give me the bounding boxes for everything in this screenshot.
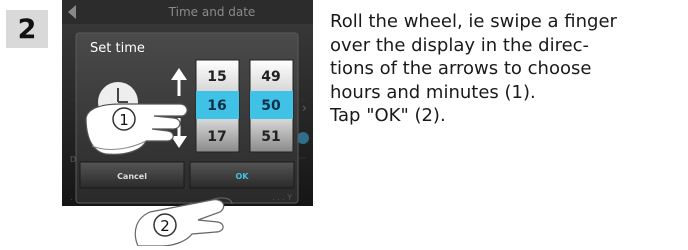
minute-value-next: 51 [261,129,280,145]
header-title: Time and date [168,5,256,19]
device-screen-illustration: Time and date › D Set time 15 16 17 49 5… [62,0,317,247]
minute-value-prev: 49 [261,69,280,85]
background-footer-text-right-icon: . . . Y [272,193,292,202]
dialog-title: Set time [90,41,145,56]
set-time-dialog: Set time 15 16 17 49 50 51 1 Cancel OK [75,32,299,204]
instruction-line: Roll the wheel, ie swipe a finger [330,11,617,32]
callout-1-label: 1 [119,111,129,129]
background-row-arrow-icon: › [302,101,307,115]
cancel-button-label: Cancel [117,172,147,181]
hours-wheel[interactable]: 15 16 17 [195,59,240,153]
background-row-letter-icon: D [70,155,76,164]
minute-value-selected: 50 [261,98,281,114]
callout-2-label: 2 [160,217,170,235]
minutes-wheel[interactable]: 49 50 51 [249,59,294,153]
hour-value-prev: 15 [207,69,226,85]
step-number-badge: 2 [6,10,48,48]
instruction-line: Tap "OK" (2). [330,105,446,126]
ok-button-label: OK [236,172,250,181]
instruction-line: hours and minutes (1). [330,81,536,103]
instruction-line: tions of the arrows to choose [330,58,592,79]
device-screen-svg: Time and date › D Set time 15 16 17 49 5… [62,0,313,247]
hour-value-selected: 16 [207,98,226,114]
instruction-line: over the display in the direc- [330,34,590,56]
instruction-text: Roll the wheel, ie swipe a finger over t… [330,10,685,128]
background-info-icon [297,132,309,144]
hour-value-next: 17 [207,129,226,145]
background-footer-text-icon: . . [70,193,78,202]
